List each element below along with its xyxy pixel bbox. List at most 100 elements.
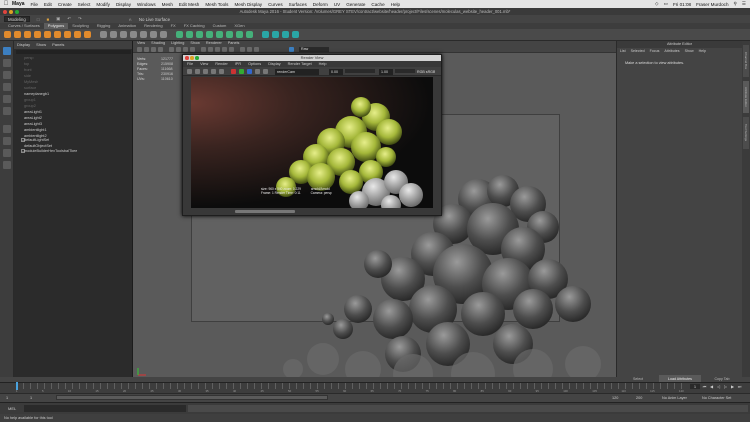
poly-cone-icon[interactable] [34, 31, 41, 38]
layout-side-icon[interactable] [3, 149, 11, 157]
new-scene-icon[interactable]: □ [37, 17, 40, 22]
move-tool-icon[interactable] [3, 83, 11, 91]
menu-edit-mesh[interactable]: Edit Mesh [179, 2, 199, 7]
layout-single-icon[interactable] [3, 125, 11, 133]
wireframe-icon[interactable] [201, 47, 206, 52]
refresh-icon[interactable] [203, 69, 208, 74]
outliner-item[interactable]: MyMesh [24, 80, 38, 85]
exposure-field[interactable]: 0.00 [329, 68, 343, 75]
menu-file[interactable]: File [31, 2, 38, 7]
color-management-icon[interactable] [289, 47, 294, 52]
outliner-item[interactable]: front [24, 68, 32, 73]
camera-attr-icon[interactable] [144, 47, 149, 52]
outliner-item[interactable]: ambientlight1 [24, 128, 47, 133]
film-gate-icon[interactable] [176, 47, 181, 52]
xray-icon[interactable] [247, 47, 252, 52]
outliner-item[interactable]: persp [24, 56, 34, 61]
outliner-menu-show[interactable]: Show [36, 41, 46, 49]
ae-menu-selected[interactable]: Selected [631, 48, 645, 54]
menu-generate[interactable]: Generate [346, 2, 365, 7]
close-icon[interactable] [3, 9, 7, 14]
poly-sphere-icon[interactable] [4, 31, 11, 38]
target-weld-icon[interactable] [246, 31, 253, 38]
redo-render-icon[interactable] [187, 69, 192, 74]
user-name[interactable]: Fraser Murdoch [696, 2, 728, 7]
step-forward-icon[interactable]: ▶ [730, 384, 735, 389]
ae-menu-help[interactable]: Help [699, 48, 706, 54]
smooth-icon[interactable] [130, 31, 137, 38]
outliner-item[interactable]: side [24, 74, 31, 79]
command-language-label[interactable]: MEL [8, 406, 16, 411]
camera-select-icon[interactable] [137, 47, 142, 52]
side-tab-attribute-editor[interactable]: Attribute Editor [743, 81, 749, 113]
planar-uv-icon[interactable] [262, 31, 269, 38]
gate-mask-icon[interactable] [190, 47, 195, 52]
poly-cylinder-icon[interactable] [24, 31, 31, 38]
menu-edit[interactable]: Edit [44, 2, 52, 7]
bevel-icon[interactable] [186, 31, 193, 38]
poly-torus-icon[interactable] [44, 31, 51, 38]
step-back-icon[interactable]: ◀ [709, 384, 714, 389]
outliner-menu-panels[interactable]: Panels [52, 41, 64, 49]
menu-windows[interactable]: Windows [137, 2, 156, 7]
search-icon[interactable]: ⚲ [734, 1, 737, 7]
append-icon[interactable] [206, 31, 213, 38]
ae-menu-focus[interactable]: Focus [650, 48, 660, 54]
outliner-item[interactable]: group2 [24, 104, 36, 109]
poly-plane-icon[interactable] [54, 31, 61, 38]
combine-icon[interactable] [100, 31, 107, 38]
side-tab-tool-settings[interactable]: Tool Settings [743, 117, 749, 149]
menu-select[interactable]: Select [78, 2, 91, 7]
range-slider-bar[interactable] [56, 395, 328, 400]
multi-cut-icon[interactable] [236, 31, 243, 38]
exposure-slider[interactable] [345, 69, 375, 73]
live-surface-magnet-icon[interactable]: ∩ [129, 17, 132, 22]
clock[interactable]: Fri 01:08 [673, 2, 691, 7]
frame-field[interactable]: 1 [690, 384, 700, 389]
menu-help[interactable]: Help [391, 2, 400, 7]
menu-cache[interactable]: Cache [371, 2, 384, 7]
outliner-item[interactable]: areaLight3 [24, 122, 42, 127]
outliner-item[interactable]: group1 [24, 98, 36, 103]
go-to-start-icon[interactable]: ⏮ [702, 384, 707, 389]
live-surface-field[interactable]: No Live Surface [139, 17, 170, 22]
image-plane-icon[interactable] [158, 47, 163, 52]
auto-uv-icon[interactable] [272, 31, 279, 38]
poly-cube-icon[interactable] [14, 31, 21, 38]
super-shape-icon[interactable] [84, 31, 91, 38]
gamma-field[interactable]: 1.00 [379, 68, 393, 75]
menu-deform[interactable]: Deform [313, 2, 328, 7]
lights-icon[interactable] [222, 47, 227, 52]
gamma-slider[interactable] [395, 69, 415, 73]
select-tool-icon[interactable] [3, 47, 11, 55]
zoom-icon[interactable] [195, 56, 199, 60]
textured-icon[interactable] [215, 47, 220, 52]
reduce-icon[interactable] [150, 31, 157, 38]
menu-curves[interactable]: Curves [268, 2, 283, 7]
undo-icon[interactable]: ↶ [67, 16, 71, 22]
render-image[interactable]: size: 960 x 540 zoom: 0.229 arnold/Arnol… [191, 77, 433, 208]
outliner-item[interactable]: moduleBuilderHexToolsbalTkee [24, 149, 77, 154]
cut-uv-icon[interactable] [292, 31, 299, 38]
grid-icon[interactable] [169, 47, 174, 52]
render-region-icon[interactable] [211, 69, 216, 74]
menu-display[interactable]: Display [116, 2, 131, 7]
ae-menu-show[interactable]: Show [685, 48, 694, 54]
redo-icon[interactable]: ↷ [78, 16, 82, 22]
color-space-dropdown[interactable]: Raw [299, 46, 329, 52]
outliner-item[interactable]: top [24, 62, 29, 67]
bookmark-icon[interactable] [151, 47, 156, 52]
render-view-scrollbar[interactable] [235, 210, 295, 213]
mirror-icon[interactable] [120, 31, 127, 38]
one-to-one-icon[interactable] [263, 69, 268, 74]
outliner-item[interactable]: nameplanegb1 [24, 92, 49, 97]
menu-mesh-display[interactable]: Mesh Display [234, 2, 262, 7]
wifi-icon[interactable]: ◇ [655, 1, 659, 7]
outliner-menu-display[interactable]: Display [17, 41, 30, 49]
minimize-icon[interactable] [190, 56, 194, 60]
rotate-tool-icon[interactable] [3, 95, 11, 103]
xray-joints-icon[interactable] [254, 47, 259, 52]
play-back-icon[interactable]: ◁ [716, 384, 721, 389]
outliner-item[interactable]: surface [24, 86, 36, 91]
make-hole-icon[interactable] [226, 31, 233, 38]
